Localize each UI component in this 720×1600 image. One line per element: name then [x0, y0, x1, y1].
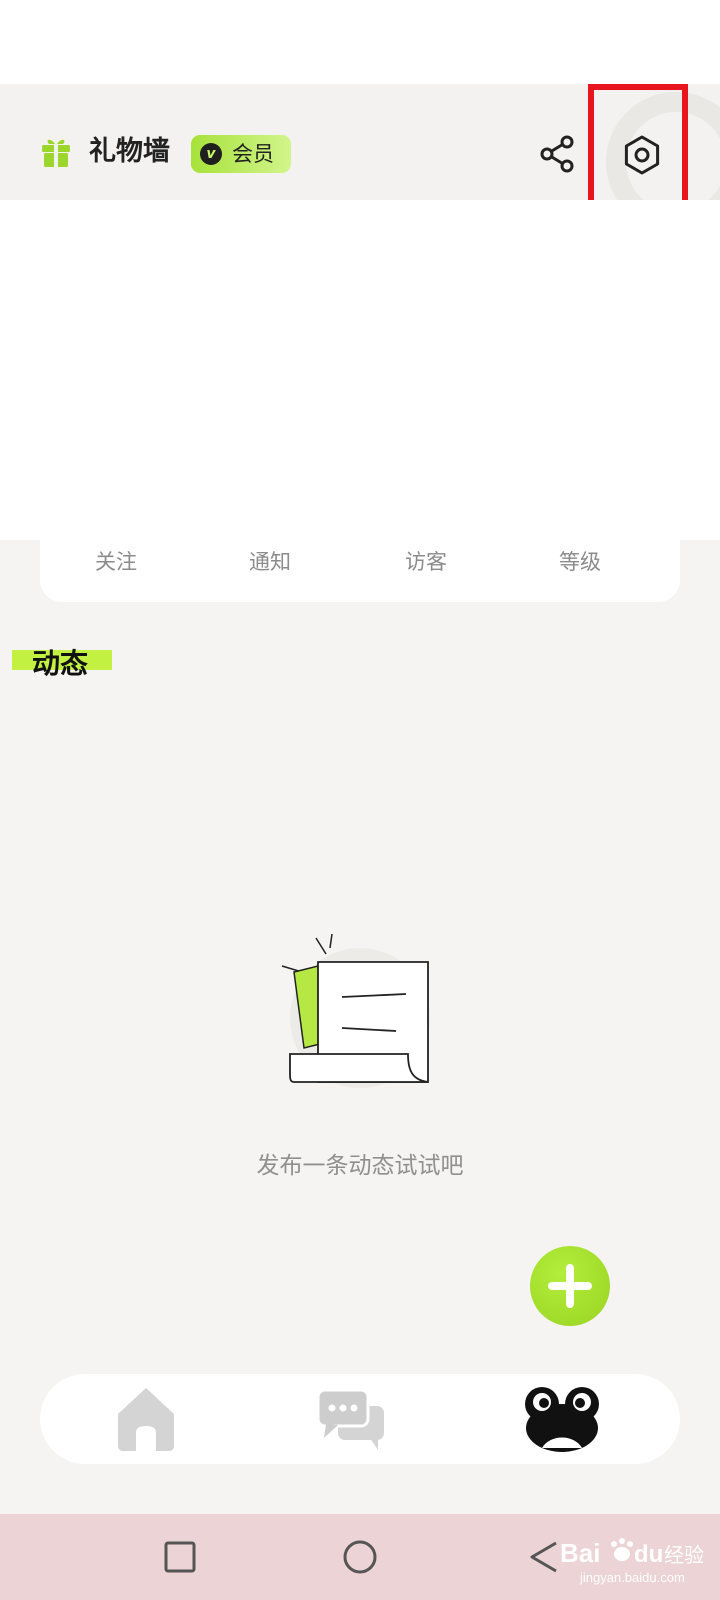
share-icon[interactable]	[538, 134, 578, 174]
top-blank-area	[0, 0, 720, 84]
stat-level[interactable]: 等级	[540, 548, 620, 576]
stat-visitors[interactable]: 访客	[386, 548, 466, 576]
home-circle-icon[interactable]	[337, 1534, 383, 1580]
stats-card: 关注 通知 访客 等级	[40, 538, 680, 602]
plus-icon[interactable]	[530, 1246, 610, 1326]
home-icon[interactable]	[106, 1384, 186, 1454]
baidu-jingyan-watermark: Bai du 经验 jingyan.baidu.com	[560, 1534, 710, 1586]
vip-badge[interactable]: v 会员	[191, 135, 291, 173]
stat-follow[interactable]: 关注	[76, 548, 156, 576]
svg-text:du: du	[634, 1541, 663, 1568]
profile-info-area	[0, 200, 720, 540]
moments-section-header: 动态	[12, 646, 112, 682]
empty-document-illustration	[280, 930, 440, 1090]
moments-title: 动态	[32, 647, 89, 680]
empty-state-message: 发布一条动态试试吧	[256, 1153, 464, 1179]
frog-profile-icon[interactable]	[522, 1384, 602, 1454]
bottom-navigation	[40, 1374, 680, 1464]
system-navigation-bar: Bai du 经验 jingyan.baidu.com	[0, 1514, 720, 1600]
chat-icon[interactable]	[312, 1384, 392, 1454]
vip-label: 会员	[232, 142, 274, 166]
gift-wall-title[interactable]: 礼物墙	[89, 134, 170, 170]
watermark-brand: Bai	[560, 1538, 600, 1568]
watermark-brand-cn: 经验	[664, 1543, 704, 1567]
stat-notifications[interactable]: 通知	[230, 548, 310, 576]
gift-icon[interactable]	[40, 136, 72, 168]
recent-apps-icon[interactable]	[157, 1534, 203, 1580]
vip-letter: v	[200, 143, 222, 165]
watermark-url: jingyan.baidu.com	[579, 1570, 685, 1585]
